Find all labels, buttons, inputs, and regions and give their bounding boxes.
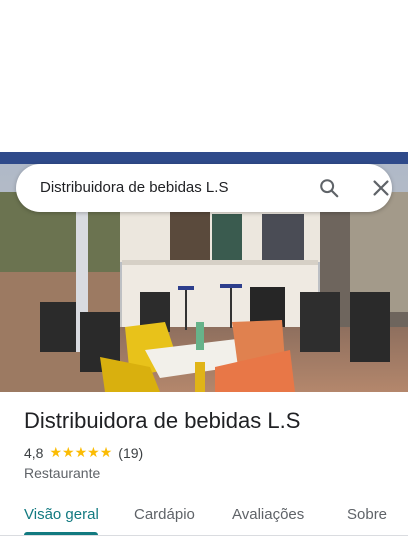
place-category: Restaurante: [24, 465, 101, 481]
close-icon[interactable]: [370, 177, 392, 199]
search-icon[interactable]: [318, 177, 340, 199]
search-bar[interactable]: Distribuidora de bebidas L.S: [16, 164, 392, 212]
rating-stars: ★ ★ ★ ★ ★: [49, 446, 112, 460]
tab-overview[interactable]: Visão geral: [24, 506, 99, 523]
star-icon: ★: [49, 445, 63, 461]
tab-reviews[interactable]: Avaliações: [232, 506, 304, 523]
rating-value: 4,8: [24, 445, 44, 461]
rating-row[interactable]: 4,8 ★ ★ ★ ★ ★ (19): [24, 444, 143, 462]
reviews-count[interactable]: (19): [118, 445, 143, 461]
tab-divider: [0, 535, 408, 536]
tab-bar: Visão geral Cardápio Avaliações Sobre: [0, 496, 408, 544]
search-input[interactable]: Distribuidora de bebidas L.S: [40, 164, 228, 212]
star-icon: ★: [62, 445, 75, 461]
tab-about[interactable]: Sobre: [347, 506, 387, 523]
star-icon: ★: [99, 445, 113, 461]
star-icon: ★: [87, 445, 100, 461]
star-icon: ★: [74, 445, 88, 461]
place-title: Distribuidora de bebidas L.S: [24, 408, 301, 433]
tab-menu[interactable]: Cardápio: [134, 506, 195, 523]
